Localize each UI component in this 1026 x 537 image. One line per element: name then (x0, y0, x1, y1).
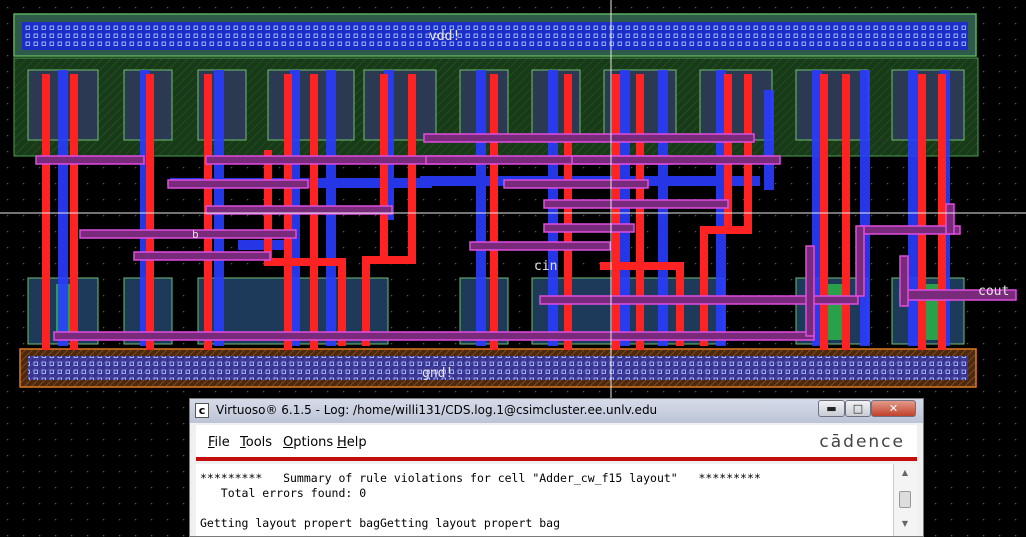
scroll-up-icon[interactable]: ▲ (898, 467, 912, 479)
cadence-c-icon: c (195, 403, 209, 418)
menu-divider (196, 457, 917, 461)
title-bar[interactable]: c Virtuoso® 6.1.5 - Log: /home/willi131/… (190, 399, 923, 423)
vdd-contacts (24, 24, 966, 48)
menu-help[interactable]: Help (337, 435, 367, 450)
log-output[interactable]: ********* Summary of rule violations for… (196, 464, 893, 536)
close-button[interactable]: ✕ (871, 400, 916, 417)
menu-bar: File Tools Options Help cādence (196, 425, 917, 457)
menu-tools[interactable]: Tools (240, 435, 272, 450)
cout-label: cout (978, 284, 1010, 299)
cin-label: cin (534, 259, 558, 274)
virtuoso-log-window[interactable]: c Virtuoso® 6.1.5 - Log: /home/willi131/… (189, 398, 924, 537)
scroll-thumb[interactable] (899, 491, 911, 508)
scroll-down-icon[interactable]: ▼ (898, 518, 912, 530)
b-label: b (192, 228, 199, 241)
gnd-contacts (28, 356, 968, 380)
log-line: ********* Summary of rule violations for… (200, 471, 761, 485)
menu-file[interactable]: File (208, 435, 230, 450)
log-scrollbar[interactable]: ▲ ▼ (893, 464, 918, 536)
maximize-button[interactable]: □ (845, 400, 871, 417)
minimize-button[interactable]: ▬ (818, 400, 845, 417)
log-line: Getting layout propert bagGetting layout… (200, 516, 561, 530)
cadence-logo: cādence (819, 432, 905, 452)
vdd-label: vdd! (429, 29, 461, 44)
window-title: Virtuoso® 6.1.5 - Log: /home/willi131/CD… (216, 403, 658, 417)
menu-options[interactable]: Options (283, 435, 333, 450)
log-line: Total errors found: 0 (200, 486, 367, 500)
gnd-label: gnd! (422, 366, 454, 381)
